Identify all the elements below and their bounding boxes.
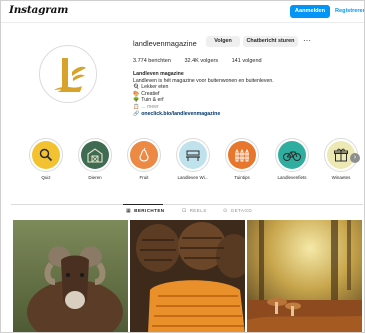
pear-icon — [139, 147, 149, 162]
more-options-icon[interactable]: ··· — [301, 36, 313, 47]
highlight-label: Landleven Wi... — [177, 175, 209, 180]
bench-icon — [186, 150, 200, 161]
login-button[interactable]: Aanmelden — [290, 5, 330, 18]
highlight-landleven-winkel[interactable]: Landleven Wi... — [173, 138, 213, 180]
highlight-landlevenfiets[interactable]: Landlevenfiets — [272, 138, 312, 180]
food-icon: 🍳 — [133, 84, 140, 91]
tab-posts[interactable]: ▦ BERICHTEN — [126, 208, 165, 214]
reels-icon: ⊡ — [182, 208, 187, 214]
tabs-divider — [11, 204, 363, 205]
tab-tagged[interactable]: ⊙ GETAGD — [223, 208, 252, 214]
tag-icon: ⊙ — [223, 208, 228, 214]
tree-icon: 🌳 — [133, 97, 140, 104]
send-message-button[interactable]: Chatbericht sturen — [243, 36, 298, 47]
active-tab-indicator — [123, 204, 163, 205]
register-link[interactable]: Registreren — [335, 5, 364, 18]
profile-avatar[interactable] — [39, 45, 97, 103]
mushroom-forest-photo — [247, 220, 362, 332]
post-thumbnail-mushrooms[interactable] — [247, 220, 362, 332]
fence-icon — [235, 148, 249, 162]
highlight-label: Fruit — [139, 175, 149, 180]
magnifier-icon — [39, 148, 53, 162]
note-icon: 📋 — [133, 103, 140, 110]
tab-reels[interactable]: ⊡ REELS — [182, 208, 207, 214]
post-thumbnail-pinecones[interactable] — [130, 220, 245, 332]
grid-icon: ▦ — [126, 208, 132, 214]
highlight-label: Dieren — [88, 175, 102, 180]
top-navigation-bar: Instagram Aanmelden Registreren — [1, 1, 364, 23]
gift-icon — [334, 148, 348, 162]
posts-count: 3.774 berichten — [133, 58, 171, 64]
ram-photo — [13, 220, 128, 332]
landleven-logo-icon — [41, 47, 96, 102]
followers-count[interactable]: 32.4K volgers — [184, 58, 218, 64]
profile-bio: Landleven magazine Landleven is hét maga… — [133, 71, 274, 117]
highlight-dieren[interactable]: Dieren — [75, 138, 115, 180]
follow-button[interactable]: Volgen — [206, 36, 240, 47]
highlight-fruit[interactable]: Fruit — [124, 138, 164, 180]
profile-stats: 3.774 berichten 32.4K volgers 141 volgen… — [133, 58, 274, 64]
bio-line-creative: Creatief — [141, 90, 160, 97]
instagram-logo[interactable]: Instagram — [9, 4, 68, 16]
instagram-profile-page: Instagram Aanmelden Registreren landleve… — [0, 0, 365, 333]
highlight-quiz[interactable]: Quiz — [26, 138, 66, 180]
craft-icon: 🎨 — [133, 90, 140, 97]
bicycle-icon — [283, 151, 301, 161]
bio-more-link[interactable]: ... meer — [141, 104, 159, 110]
pinecone-cake-photo — [130, 220, 245, 332]
barn-icon — [87, 148, 103, 163]
bio-line-garden: Tuin & erf — [141, 97, 164, 104]
highlight-label: Landlevenfiets — [277, 175, 307, 180]
bio-website-link[interactable]: oneclick.bio/landlevenmagazine — [141, 111, 220, 117]
post-thumbnail-ram[interactable] — [13, 220, 128, 332]
highlight-label: Tuintips — [234, 175, 250, 180]
profile-username: landlevenmagazine — [133, 39, 197, 48]
link-icon: 🔗 — [133, 110, 140, 117]
highlight-label: Winaetes — [331, 175, 351, 180]
highlight-label: Quiz — [41, 175, 51, 180]
bio-name: Landleven magazine — [133, 71, 184, 77]
highlights-next-arrow-icon[interactable]: › — [350, 153, 360, 163]
bio-line-food: Lekker eten — [141, 84, 169, 91]
following-count[interactable]: 141 volgend — [232, 58, 262, 64]
highlight-tuintips[interactable]: Tuintips — [222, 138, 262, 180]
